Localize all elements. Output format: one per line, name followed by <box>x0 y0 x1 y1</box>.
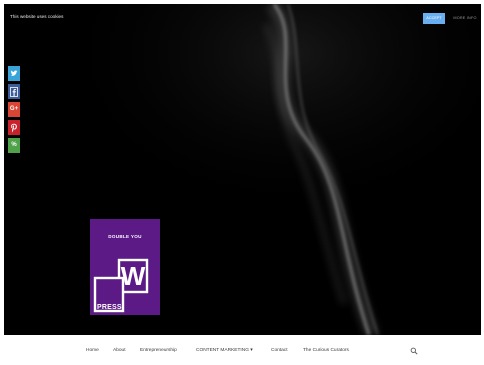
social-share-bar: G+ % <box>8 66 20 156</box>
nav-item-contact[interactable]: Contact <box>271 348 288 354</box>
logo-letter: W <box>120 261 146 291</box>
facebook-share-button[interactable] <box>8 84 20 99</box>
nav-item-home[interactable]: Home <box>86 348 99 354</box>
site-logo[interactable]: DOUBLE YOU W PRESS <box>90 219 160 315</box>
twitter-icon <box>10 70 18 76</box>
google-plus-share-button[interactable]: G+ <box>8 102 20 117</box>
logo-word: PRESS <box>97 304 122 311</box>
nav-item-entrepreneurship[interactable]: Entrepreneurship <box>140 348 177 354</box>
hero-banner: This website uses cookies ACCEPT MORE IN… <box>4 4 481 335</box>
accept-cookies-button[interactable]: ACCEPT <box>423 13 445 24</box>
cookie-notice-text: This website uses cookies <box>10 14 64 19</box>
smoke-background-image <box>4 4 481 335</box>
twitter-share-button[interactable] <box>8 66 20 81</box>
more-share-button[interactable]: % <box>8 138 20 153</box>
more-info-link[interactable]: MORE INFO <box>451 14 479 23</box>
pinterest-icon <box>11 123 17 133</box>
search-icon[interactable] <box>410 347 418 355</box>
nav-item-content-marketing[interactable]: CONTENT MARKETING ▾ <box>196 348 253 354</box>
pinterest-share-button[interactable] <box>8 120 20 135</box>
main-navigation: Home About Entrepreneurship CONTENT MARK… <box>0 335 484 365</box>
google-plus-icon: G+ <box>9 106 19 112</box>
nav-item-curious-curators[interactable]: The Curious Curators <box>303 348 349 354</box>
facebook-icon <box>10 87 18 97</box>
nav-item-about[interactable]: About <box>113 348 126 354</box>
web-page: This website uses cookies ACCEPT MORE IN… <box>0 0 484 365</box>
share-icon: % <box>11 142 17 148</box>
